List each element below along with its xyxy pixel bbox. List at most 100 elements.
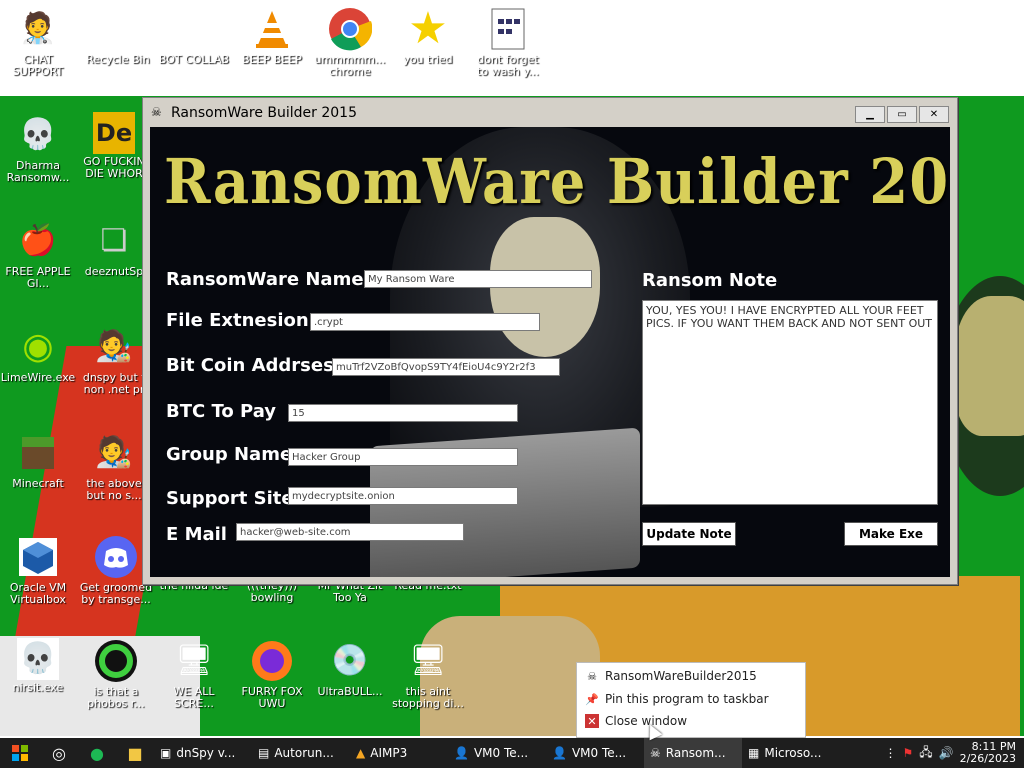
taskbar-task-vm0-2[interactable]: 👤 VM0 Te...: [546, 738, 644, 768]
desktop-icon-you-tried[interactable]: ★ you tried: [390, 6, 466, 66]
jumplist-close-item[interactable]: ✕ Close window: [585, 714, 687, 728]
desktop-icon-chat-support[interactable]: 🧑‍⚕️ CHAT SUPPORT: [0, 6, 76, 78]
app-banner-title: RansomWare Builder 2015: [164, 145, 950, 219]
apple-icon: 🍎: [19, 223, 57, 258]
firefox-icon: [249, 638, 295, 684]
jumplist-pin-item[interactable]: 📌 Pin this program to taskbar: [585, 692, 768, 706]
desktop-icon-phobos[interactable]: is that a phobos r...: [78, 638, 154, 710]
window-client-area: RansomWare Builder 2015 RansomWare Name …: [150, 127, 950, 577]
taskbar-task-aimp3[interactable]: ▲ AIMP3: [350, 738, 448, 768]
btc-to-pay-label: BTC To Pay: [166, 401, 277, 422]
desktop-icon-firefox[interactable]: FURRY FOX UWU: [234, 638, 310, 710]
film-icon: 🎞: [174, 11, 214, 46]
taskbar-spotify-pin[interactable]: ●: [78, 738, 116, 768]
desktop-icon-nirsit[interactable]: 💀 nirsit.exe: [0, 638, 76, 694]
computer-search-icon: 🖥: [408, 643, 448, 678]
make-exe-button[interactable]: Make Exe: [844, 522, 938, 546]
ransomware-name-input[interactable]: My Ransom Ware: [364, 270, 592, 288]
desktop-icon-dont-forget[interactable]: dont forget to wash y...: [470, 6, 546, 78]
taskbar-explorer-pin[interactable]: ■: [116, 738, 154, 768]
chrome-icon: [327, 6, 373, 52]
desktop-icon-we-all[interactable]: 🖥 WE ALL SCRE...: [156, 638, 232, 710]
app-skull-icon: ☠: [650, 746, 661, 760]
ransom-note-textarea[interactable]: YOU, YES YOU! I HAVE ENCRYPTED ALL YOUR …: [642, 300, 938, 505]
desktop-icon-ultrabull[interactable]: 💿 UltraBULL...: [312, 638, 388, 698]
taskbar-task-microsoft[interactable]: ▦ Microso...: [742, 738, 840, 768]
file-extension-input[interactable]: .crypt: [310, 313, 540, 331]
desktop-icon-virtualbox[interactable]: Oracle VM Virtualbox: [0, 534, 76, 606]
vlc-cone-icon: [249, 6, 295, 52]
taskbar-task-vm0-1[interactable]: 👤 VM0 Te...: [448, 738, 546, 768]
support-site-input[interactable]: mydecryptsite.onion: [288, 487, 518, 505]
update-note-button[interactable]: Update Note: [642, 522, 736, 546]
flag-icon[interactable]: ⚑: [902, 746, 913, 760]
ransom-note-label: Ransom Note: [642, 270, 778, 291]
chrome-icon: ◎: [52, 743, 66, 763]
desktop-icon-dnspy-non-net[interactable]: 🧑‍🎨 dnspy but f non .net pr: [76, 324, 152, 396]
taskbar-chrome-pin[interactable]: ◎: [40, 738, 78, 768]
taskbar-task-ransomware[interactable]: ☠ Ransom...: [644, 738, 742, 768]
recycle-bin-icon: 🗑: [98, 11, 138, 46]
document-icon: [485, 6, 531, 52]
pin-icon: 📌: [585, 692, 599, 706]
bitcoin-address-input[interactable]: muTrf2VZoBfQvopS9TY4fEioU4c9Y2r2f3: [332, 358, 560, 376]
desktop-icon-free-apple[interactable]: 🍎 FREE APPLE GI...: [0, 218, 76, 290]
group-name-input[interactable]: Hacker Group: [288, 448, 518, 466]
desktop-icon-limewire[interactable]: ◉ LimeWire.exe: [0, 324, 76, 384]
taskbar-task-autoruns[interactable]: ▤ Autorun...: [252, 738, 350, 768]
maximize-button[interactable]: ▭: [887, 106, 917, 123]
desktop-icon-recycle-bin[interactable]: 🗑 Recycle Bin: [80, 6, 156, 66]
taskbar: ◎ ● ■ ▣ dnSpy v... ▤ Autorun... ▲ AIMP3 👤 VM…: [0, 738, 1024, 768]
desktop-icon-bot-collab[interactable]: 🎞 BOT COLLAB: [156, 6, 232, 66]
btc-to-pay-input[interactable]: 15: [288, 404, 518, 422]
minimize-button[interactable]: ▁: [855, 106, 885, 123]
autoruns-icon: ▤: [258, 746, 270, 760]
network-icon[interactable]: 🖧: [919, 743, 932, 764]
person-icon: 👤: [454, 746, 469, 760]
start-button[interactable]: [0, 738, 40, 768]
desktop-icon-dharma[interactable]: 💀 Dharma Ransomw...: [0, 112, 76, 184]
close-window-icon: ✕: [585, 714, 599, 728]
volume-icon[interactable]: 🔊: [939, 746, 954, 760]
email-label: E Mail: [166, 524, 227, 545]
app-skull-icon: ☠: [587, 669, 597, 683]
clock[interactable]: 8:11 PM 2/26/2023: [960, 741, 1016, 765]
close-button[interactable]: ✕: [919, 106, 949, 123]
desktop-icon-above-but[interactable]: 🧑‍🎨 the above but no s...: [76, 430, 152, 502]
person-icon: 👤: [552, 746, 567, 760]
portrait-icon: 🧑‍🎨: [95, 329, 133, 364]
person-doctor-icon: 🧑‍⚕️: [19, 11, 57, 46]
skull-icon: 💀: [17, 638, 59, 680]
stacked-windows-icon: ❏: [100, 223, 128, 258]
aimp-icon: ▲: [356, 746, 366, 760]
jumplist-app-item[interactable]: ☠ RansomWareBuilder2015: [585, 669, 757, 683]
window-titlebar[interactable]: ☠ RansomWare Builder 2015: [143, 98, 957, 128]
desktop-icon-minecraft[interactable]: Minecraft: [0, 430, 76, 490]
dnspy-icon: De: [93, 112, 135, 154]
desktop-icon-chrome[interactable]: ummmmm... chrome: [312, 6, 388, 78]
skull-icon: 💀: [19, 117, 57, 152]
taskbar-task-dnspy[interactable]: ▣ dnSpy v...: [154, 738, 252, 768]
desktop-icon-go-die[interactable]: De GO FUCKIN DIE WHOR: [76, 112, 152, 180]
desktop-icon-beep-beep[interactable]: BEEP BEEP: [234, 6, 310, 66]
desktop-icon-deeznut[interactable]: ❏ deeznutSp: [76, 218, 152, 278]
microsoft-icon: ▦: [748, 746, 760, 760]
spotify-icon: ●: [90, 743, 104, 763]
system-tray: ⋮ ⚑ 🖧 🔊 8:11 PM 2/26/2023: [884, 741, 1024, 765]
window-icon: ▣: [160, 746, 172, 760]
app-skull-icon: ☠: [151, 105, 162, 119]
desktop-icon-this-aint[interactable]: 🖥 this aint stopping di...: [390, 638, 466, 710]
ransomware-name-label: RansomWare Name: [166, 269, 364, 290]
disc-icon: 💿: [331, 643, 369, 678]
limewire-icon: ◉: [22, 326, 54, 367]
email-input[interactable]: hacker@web-site.com: [236, 523, 464, 541]
virtualbox-icon: [15, 534, 61, 580]
grass-block-icon: [15, 430, 61, 476]
taskbar-jump-list: ☠ RansomWareBuilder2015 📌 Pin this progr…: [576, 662, 806, 738]
wallpaper-character: [955, 296, 1024, 436]
more-icon[interactable]: ⋮: [884, 746, 896, 760]
star-icon: ★: [408, 3, 448, 54]
window-title: RansomWare Builder 2015: [171, 105, 357, 121]
ransomware-builder-window: ☠ RansomWare Builder 2015 ▁ ▭ ✕ RansomWa…: [142, 97, 958, 585]
portrait-icon: 🧑‍🎨: [95, 435, 133, 470]
